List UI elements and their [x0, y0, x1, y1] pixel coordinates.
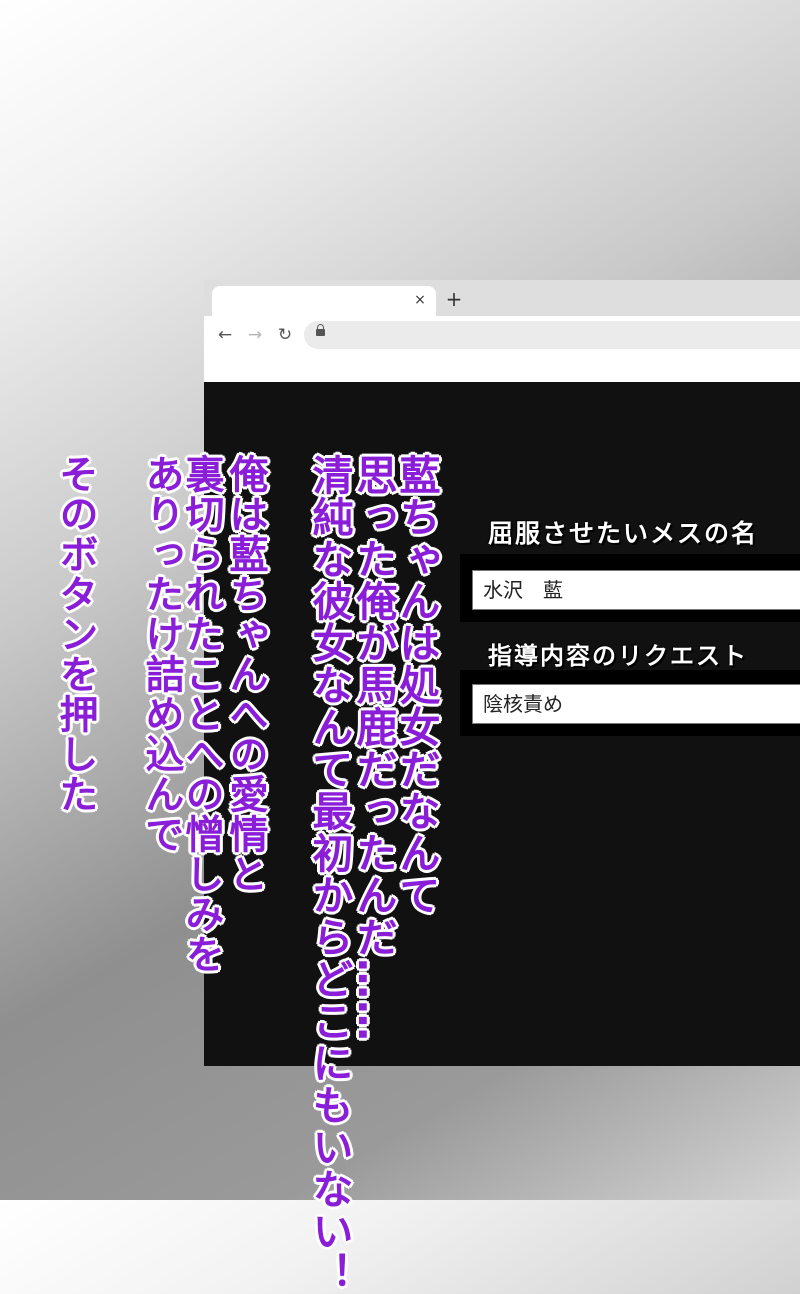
- name-label: 屈服させたいメスの名: [488, 519, 759, 548]
- narration-line-3: 清純な彼女なんて最初からどこにもいない！: [305, 454, 353, 1294]
- lock-icon: [316, 324, 325, 336]
- browser-window: × + ← → ↻ 屈服させたいメスの名 水沢 藍 指導内容のリクエスト 陰核責…: [204, 280, 800, 1066]
- narration-line-5: 裏切られたことへの憎しみを: [179, 454, 224, 974]
- browser-tab[interactable]: ×: [212, 286, 436, 316]
- browser-toolbar: ← → ↻: [204, 316, 800, 354]
- tab-strip: × +: [204, 280, 800, 316]
- narration-line-6: ありったけ詰め込んで: [139, 454, 184, 854]
- narration-line-7: そのボタンを押した: [53, 454, 98, 814]
- name-input[interactable]: 水沢 藍: [472, 570, 800, 610]
- new-tab-button[interactable]: +: [444, 289, 464, 309]
- address-bar[interactable]: [304, 321, 800, 349]
- request-input[interactable]: 陰核責め: [472, 684, 800, 724]
- page-header-strip: [204, 354, 800, 382]
- back-button[interactable]: ←: [214, 324, 236, 346]
- reload-button[interactable]: ↻: [274, 324, 296, 346]
- request-label: 指導内容のリクエスト: [488, 642, 748, 670]
- narration-line-1: 藍ちゃんは処女だなんて: [392, 454, 440, 916]
- close-icon[interactable]: ×: [410, 290, 430, 310]
- narration-line-2: 思った俺が馬鹿だったんだ……: [349, 454, 397, 1042]
- narration-line-4: 俺は藍ちゃんへの愛情と: [223, 454, 268, 894]
- forward-button[interactable]: →: [244, 324, 266, 346]
